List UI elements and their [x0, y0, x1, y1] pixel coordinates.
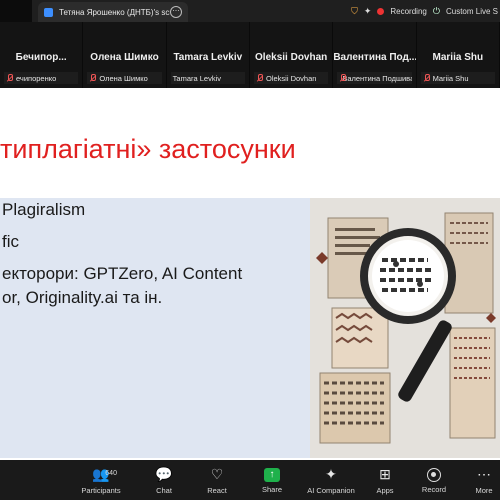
participant-tile[interactable]: Олена Шимко Олена Шимко	[83, 22, 167, 88]
screen-share-tab[interactable]: Тетяна Ярошенко (ДНТБ)'s scree ⋯	[38, 2, 188, 22]
participant-label-text: Олена Шимко	[99, 73, 148, 83]
ai-companion-button[interactable]: ✦ AI Companion	[301, 466, 361, 495]
more-label: More	[475, 486, 493, 495]
shield-icon[interactable]: ⛉	[351, 6, 358, 17]
sparkle-icon: ✦	[325, 466, 337, 482]
participant-label: Mariia Shu	[420, 72, 495, 84]
participant-label: Oleksii Dovhan	[253, 72, 329, 84]
heart-icon: ♡	[210, 466, 224, 482]
slide-bullet: екторори: GPTZero, AI Content	[2, 264, 243, 283]
people-icon: 👥 640	[92, 466, 117, 482]
participant-tile[interactable]: Oleksii Dovhan Oleksii Dovhan	[250, 22, 334, 88]
record-icon	[427, 468, 441, 482]
window-edge	[0, 0, 32, 22]
participant-tile[interactable]: Tamara Levkiv Tamara Levkiv	[167, 22, 250, 88]
mic-muted-icon	[6, 74, 13, 82]
participant-name: Валентина Под...	[333, 52, 416, 63]
participant-name: Tamara Levkiv	[173, 52, 243, 63]
mic-muted-icon	[256, 74, 263, 82]
participant-name: Бечипор...	[15, 52, 67, 63]
participant-name: Oleksii Dovhan	[255, 52, 328, 63]
more-button[interactable]: ⋯ More	[454, 466, 500, 495]
more-options-icon[interactable]: ⋯	[170, 6, 182, 18]
participant-count: 640	[105, 470, 117, 477]
live-stream-icon: ⏻	[432, 5, 440, 16]
apps-label: Apps	[376, 486, 394, 495]
meeting-toolbar: 👥 640 Participants 💬 Chat ♡ React ↑ Share…	[0, 460, 500, 500]
participant-label: ечипоренко	[4, 72, 79, 84]
chat-button[interactable]: 💬 Chat	[134, 466, 194, 495]
chat-label: Chat	[156, 486, 172, 495]
recording-dot-icon	[377, 7, 385, 15]
window-top-bar: Тетяна Ярошенко (ДНТБ)'s scree ⋯ ⛉ ✦ Rec…	[0, 0, 500, 22]
sparkle-icon[interactable]: ✦	[364, 6, 372, 17]
react-label: React	[207, 486, 227, 495]
participant-label-text: Oleksii Dovhan	[265, 73, 317, 83]
participants-button[interactable]: 👥 640 Participants	[71, 466, 131, 495]
zoom-app-icon	[44, 7, 53, 17]
top-right-status: ⛉ ✦ Recording ⏻ Custom Live S	[351, 0, 500, 22]
participant-name: Олена Шимко	[90, 52, 159, 63]
magnifying-glass-over-documents-image	[310, 198, 500, 458]
participant-label-text: Валентина Подшивал...	[342, 73, 411, 83]
participant-label: Tamara Levkiv	[170, 72, 245, 84]
recording-label[interactable]: Recording	[390, 7, 426, 16]
share-button[interactable]: ↑ Share	[242, 466, 302, 494]
participant-label: Олена Шимко	[87, 72, 162, 84]
participant-label: Валентина Подшивал...	[337, 72, 412, 84]
participant-label-text: Mariia Shu	[432, 73, 469, 83]
slide-bullet: fic	[2, 232, 19, 251]
shared-screen-slide: типлагіатні» застосунки Plagiralism fic …	[0, 88, 500, 460]
slide-title: типлагіатні» застосунки	[0, 134, 296, 164]
participant-name: Mariia Shu	[432, 52, 484, 63]
record-label: Record	[421, 485, 447, 494]
participant-label-text: Tamara Levkiv	[172, 73, 222, 83]
share-icon: ↑	[264, 468, 280, 482]
mic-muted-icon	[423, 74, 430, 82]
participants-label: Participants	[81, 486, 121, 495]
ai-companion-label: AI Companion	[307, 486, 355, 495]
magnifier-illustration	[310, 198, 500, 458]
slide-text-panel: Plagiralism fic екторори: GPTZero, AI Co…	[0, 198, 310, 458]
mic-muted-icon	[89, 74, 97, 82]
participant-tile[interactable]: Mariia Shu Mariia Shu	[417, 22, 500, 88]
participant-label-text: ечипоренко	[16, 73, 57, 83]
participant-tile[interactable]: Валентина Под... Валентина Подшивал...	[333, 22, 417, 88]
slide-bullet: or, Originality.ai та ін.	[2, 288, 163, 307]
chat-icon: 💬	[155, 466, 173, 482]
slide-bullet: Plagiralism	[2, 200, 86, 219]
react-button[interactable]: ♡ React	[187, 466, 247, 495]
share-label: Share	[261, 485, 282, 494]
more-icon: ⋯	[477, 466, 491, 482]
participant-tile[interactable]: Бечипор... ечипоренко	[0, 22, 84, 88]
apps-icon: ⊞	[379, 466, 391, 482]
tab-title: Тетяна Ярошенко (ДНТБ)'s scree	[59, 7, 170, 17]
custom-live-label[interactable]: Custom Live S	[446, 7, 498, 16]
participants-strip: Бечипор... ечипоренко Олена Шимко Олена …	[0, 22, 500, 88]
